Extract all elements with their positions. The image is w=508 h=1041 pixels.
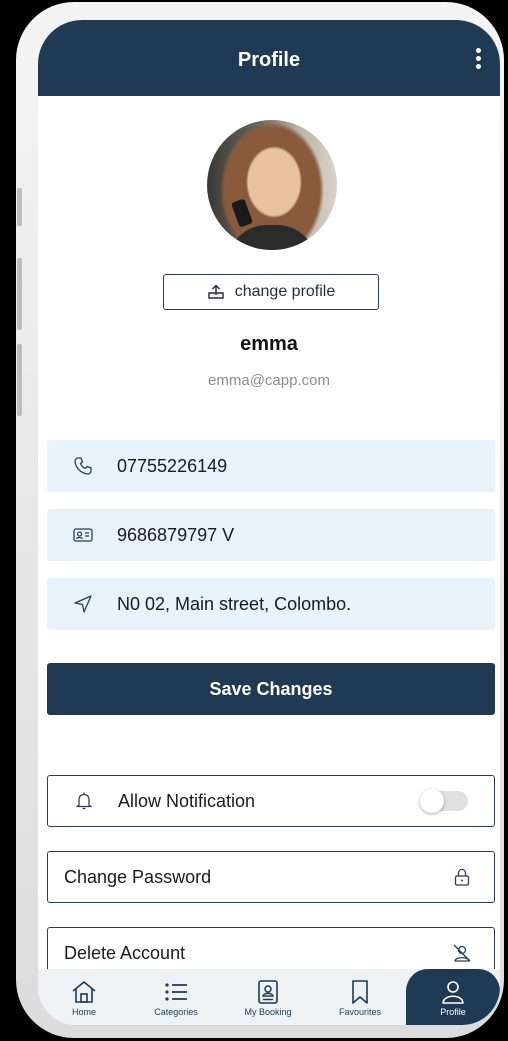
- address-value: N0 02, Main street, Colombo.: [117, 593, 352, 614]
- nav-my-booking[interactable]: My Booking: [222, 969, 314, 1025]
- nav-profile[interactable]: Profile: [406, 969, 500, 1025]
- phone-value: 07755226149: [117, 455, 228, 476]
- home-icon: [72, 980, 96, 1003]
- nav-profile-label: Profile: [440, 1007, 466, 1017]
- id-value: 9686879797 V: [117, 524, 235, 545]
- phone-field[interactable]: 07755226149: [47, 440, 495, 492]
- nav-categories[interactable]: Categories: [130, 969, 222, 1025]
- list-icon: [165, 983, 187, 1001]
- id-card-icon: [73, 525, 93, 545]
- notification-row: Allow Notification: [47, 775, 495, 827]
- address-field[interactable]: N0 02, Main street, Colombo.: [47, 578, 495, 630]
- app-header: Profile: [38, 20, 500, 96]
- location-arrow-icon: [73, 594, 93, 614]
- change-profile-button[interactable]: change profile: [163, 274, 379, 310]
- lock-icon: [454, 868, 470, 886]
- bell-icon: [74, 791, 94, 811]
- page-title: Profile: [237, 48, 301, 71]
- side-button: [17, 258, 22, 330]
- nav-my-booking-label: My Booking: [244, 1007, 292, 1017]
- save-changes-button[interactable]: Save Changes: [47, 663, 495, 715]
- change-password-button[interactable]: Change Password: [47, 851, 495, 903]
- notification-label: Allow Notification: [118, 790, 256, 811]
- id-field[interactable]: 9686879797 V: [47, 509, 495, 561]
- nav-home-label: Home: [71, 1007, 96, 1017]
- change-profile-label: change profile: [234, 283, 336, 300]
- nav-favourites[interactable]: Favourites: [314, 969, 406, 1025]
- remove-user-icon: [453, 944, 471, 962]
- booking-icon: [258, 980, 278, 1004]
- side-button: [17, 344, 22, 416]
- app-screen: Profile change profile emma emma@capp.co…: [38, 20, 500, 1025]
- nav-categories-label: Categories: [154, 1007, 198, 1017]
- user-icon: [442, 981, 464, 1004]
- avatar: [207, 120, 337, 250]
- user-name: emma: [240, 333, 298, 355]
- change-password-label: Change Password: [64, 866, 212, 887]
- bookmark-icon: [352, 980, 368, 1004]
- upload-image-icon: [208, 284, 224, 299]
- side-button: [17, 188, 22, 226]
- nav-favourites-label: Favourites: [338, 1007, 382, 1017]
- nav-home[interactable]: Home: [38, 969, 130, 1025]
- bottom-nav: Home Categories My Booking Favourites Pr…: [38, 969, 500, 1025]
- delete-account-label: Delete Account: [64, 942, 186, 963]
- user-email: emma@capp.com: [208, 372, 330, 389]
- phone-icon: [73, 456, 93, 476]
- notification-toggle[interactable]: [420, 789, 468, 813]
- more-options-icon[interactable]: [476, 48, 482, 70]
